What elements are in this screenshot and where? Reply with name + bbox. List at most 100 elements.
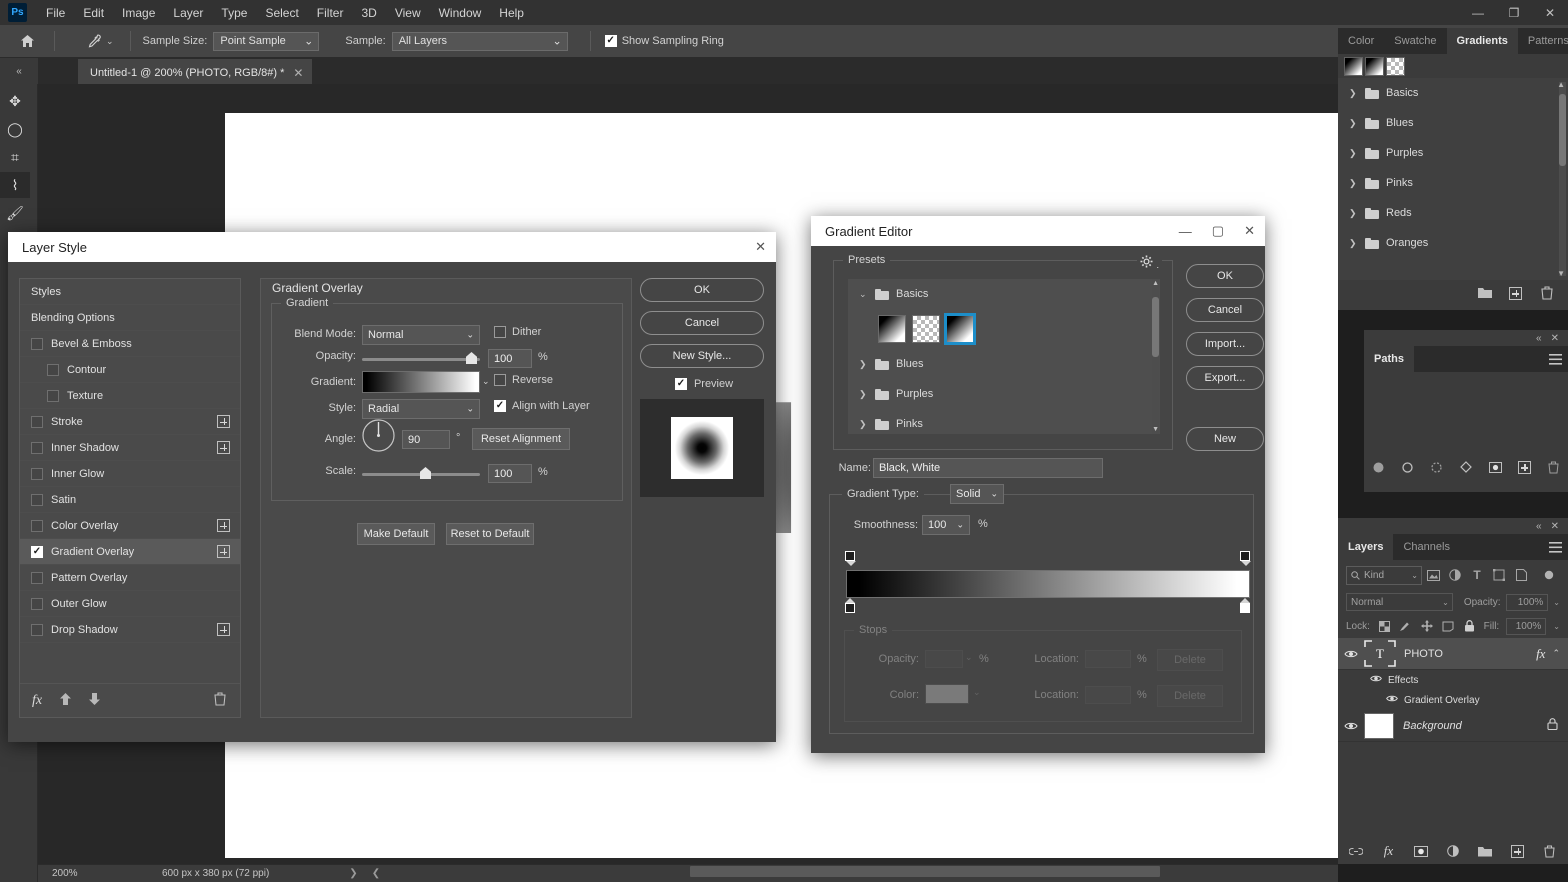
lasso-tool[interactable]: ◯ bbox=[0, 116, 30, 142]
gradient-preview-swatch[interactable] bbox=[362, 371, 480, 393]
style-item-texture[interactable]: Texture bbox=[20, 383, 240, 409]
blend-mode-select[interactable]: Normal ⌄ bbox=[362, 325, 480, 345]
preset-folder-purples[interactable]: ❯ Purples bbox=[848, 379, 1160, 409]
delete-icon[interactable] bbox=[1539, 286, 1554, 301]
sample-select[interactable]: All Layers ⌄ bbox=[391, 31, 568, 51]
chevron-right-icon[interactable]: ❯ bbox=[1349, 118, 1358, 129]
menu-view[interactable]: View bbox=[386, 2, 430, 24]
filter-toggle-icon[interactable] bbox=[1538, 570, 1560, 580]
angle-input[interactable]: 90 bbox=[402, 430, 450, 449]
chevron-right-icon[interactable]: ❯ bbox=[859, 419, 868, 430]
add-mask-icon[interactable] bbox=[1488, 460, 1502, 475]
scroll-up-icon[interactable]: ▲ bbox=[1557, 80, 1565, 89]
gradient-editor-titlebar[interactable]: Gradient Editor — ▢ ✕ bbox=[811, 216, 1265, 246]
add-effect-icon[interactable] bbox=[217, 519, 230, 532]
close-icon[interactable]: ✕ bbox=[1551, 333, 1559, 344]
black-white-gradient[interactable] bbox=[878, 315, 906, 343]
hamburger-icon[interactable] bbox=[1542, 534, 1568, 560]
checkbox-box[interactable] bbox=[31, 545, 43, 558]
add-mask-icon[interactable] bbox=[1413, 844, 1428, 859]
stop-opacity-input[interactable] bbox=[925, 650, 963, 668]
brush-tool[interactable]: 🖌 bbox=[0, 200, 30, 226]
layer-thumbnail-background[interactable] bbox=[1364, 712, 1394, 739]
add-effect-icon[interactable] bbox=[217, 545, 230, 558]
style-item-pattern-overlay[interactable]: Pattern Overlay bbox=[20, 565, 240, 591]
horizontal-scrollbar[interactable] bbox=[690, 866, 1160, 877]
gradients-folder-list[interactable]: ▲ ▼ ❯ Basics ❯ Blues ❯ Purples ❯ Pinks ❯ Reds ❯ Ora… bbox=[1338, 78, 1568, 280]
document-tab[interactable]: Untitled-1 @ 200% (PHOTO, RGB/8#) * ✕ bbox=[78, 59, 313, 84]
menu-3d[interactable]: 3D bbox=[352, 2, 385, 24]
lock-all-icon[interactable] bbox=[1462, 620, 1476, 632]
hamburger-icon[interactable] bbox=[1542, 346, 1568, 372]
load-selection-icon[interactable] bbox=[1430, 460, 1443, 475]
style-item-inner-shadow[interactable]: Inner Shadow bbox=[20, 435, 240, 461]
smart-object-filter-icon[interactable] bbox=[1510, 569, 1532, 581]
style-item-outer-glow[interactable]: Outer Glow bbox=[20, 591, 240, 617]
layer-visibility-icon[interactable] bbox=[1338, 721, 1364, 731]
gradient-style-select[interactable]: Radial ⌄ bbox=[362, 399, 480, 419]
list-item[interactable]: Gradient Overlay bbox=[1338, 690, 1568, 710]
gradient-folder-basics[interactable]: ❯ Basics bbox=[1338, 78, 1568, 108]
menu-layer[interactable]: Layer bbox=[164, 2, 212, 24]
style-item-blending-options[interactable]: Blending Options bbox=[20, 305, 240, 331]
lock-artboard-icon[interactable] bbox=[1441, 621, 1455, 632]
gradient-folder-oranges[interactable]: ❯ Oranges bbox=[1338, 228, 1568, 258]
gradient-folder-reds[interactable]: ❯ Reds bbox=[1338, 198, 1568, 228]
checkbox-box[interactable] bbox=[31, 597, 43, 610]
checkbox-box[interactable] bbox=[47, 363, 59, 376]
import-button[interactable]: Import... bbox=[1186, 332, 1264, 356]
adjustment-layer-icon[interactable] bbox=[1445, 844, 1460, 859]
add-effect-icon[interactable] bbox=[217, 623, 230, 636]
close-icon[interactable]: ✕ bbox=[1244, 223, 1255, 239]
checkbox-box[interactable] bbox=[31, 467, 43, 480]
gradient-swatch-black-white-2[interactable] bbox=[1365, 56, 1384, 76]
layer-blend-mode-select[interactable]: Normal ⌄ bbox=[1346, 593, 1453, 611]
opacity-slider[interactable] bbox=[362, 352, 480, 364]
chevron-right-icon[interactable]: ❯ bbox=[1349, 238, 1358, 249]
export-button[interactable]: Export... bbox=[1186, 366, 1264, 390]
angle-dial[interactable] bbox=[362, 419, 395, 455]
opacity-input[interactable]: 100 bbox=[488, 349, 532, 368]
gear-icon[interactable]: . bbox=[1137, 255, 1162, 271]
gradient-type-select[interactable]: Solid ⌄ bbox=[950, 484, 1004, 504]
effects-visibility-icon[interactable] bbox=[1370, 674, 1382, 686]
chevron-down-icon[interactable]: ⌄ bbox=[973, 687, 981, 698]
gradient-folder-purples[interactable]: ❯ Purples bbox=[1338, 138, 1568, 168]
fill-stepper-icon[interactable]: ⌄ bbox=[1553, 622, 1560, 631]
status-expand-icon[interactable]: ❯ bbox=[349, 868, 357, 879]
zoom-level[interactable]: 200% bbox=[38, 868, 102, 879]
ok-button[interactable]: OK bbox=[1186, 264, 1264, 288]
tab-paths[interactable]: Paths bbox=[1364, 346, 1414, 372]
move-down-icon[interactable] bbox=[89, 693, 101, 708]
pixel-filter-icon[interactable] bbox=[1422, 569, 1444, 581]
foreground-transparent-gradient[interactable] bbox=[912, 315, 940, 343]
menu-help[interactable]: Help bbox=[490, 2, 533, 24]
style-item-color-overlay[interactable]: Color Overlay bbox=[20, 513, 240, 539]
stroke-path-icon[interactable] bbox=[1401, 460, 1414, 475]
layer-opacity-value[interactable]: 100% bbox=[1505, 593, 1549, 611]
collapse-icon[interactable]: « bbox=[1536, 333, 1542, 344]
close-icon[interactable]: ✕ bbox=[293, 66, 303, 80]
new-style-button[interactable]: New Style... bbox=[640, 344, 764, 368]
style-item-inner-glow[interactable]: Inner Glow bbox=[20, 461, 240, 487]
sample-size-select[interactable]: Point Sample ⌄ bbox=[213, 31, 320, 51]
gradient-strip-editor[interactable] bbox=[830, 551, 1255, 623]
adjustment-filter-icon[interactable] bbox=[1444, 569, 1466, 581]
gradients-scrollbar-thumb[interactable] bbox=[1559, 94, 1566, 166]
chevron-right-icon[interactable]: ❯ bbox=[859, 359, 868, 370]
delete-icon[interactable] bbox=[214, 692, 226, 709]
new-button[interactable]: New bbox=[1186, 427, 1264, 451]
checkbox-box[interactable] bbox=[31, 493, 43, 506]
tab-swatche[interactable]: Swatche bbox=[1384, 28, 1447, 54]
gradient-folder-blues[interactable]: ❯ Blues bbox=[1338, 108, 1568, 138]
fill-path-icon[interactable] bbox=[1372, 460, 1385, 475]
tab-patterns[interactable]: Patterns bbox=[1517, 28, 1568, 54]
chevron-down-icon[interactable]: ⌄ bbox=[965, 652, 973, 663]
chevron-right-icon[interactable]: ❯ bbox=[859, 389, 868, 400]
scroll-up-icon[interactable]: ▲ bbox=[1152, 280, 1159, 287]
stop-location-input-2[interactable] bbox=[1085, 686, 1131, 704]
minimize-button[interactable]: — bbox=[1179, 224, 1192, 239]
preset-folder-pinks[interactable]: ❯ Pinks bbox=[848, 409, 1160, 434]
style-item-contour[interactable]: Contour bbox=[20, 357, 240, 383]
style-item-drop-shadow[interactable]: Drop Shadow bbox=[20, 617, 240, 643]
